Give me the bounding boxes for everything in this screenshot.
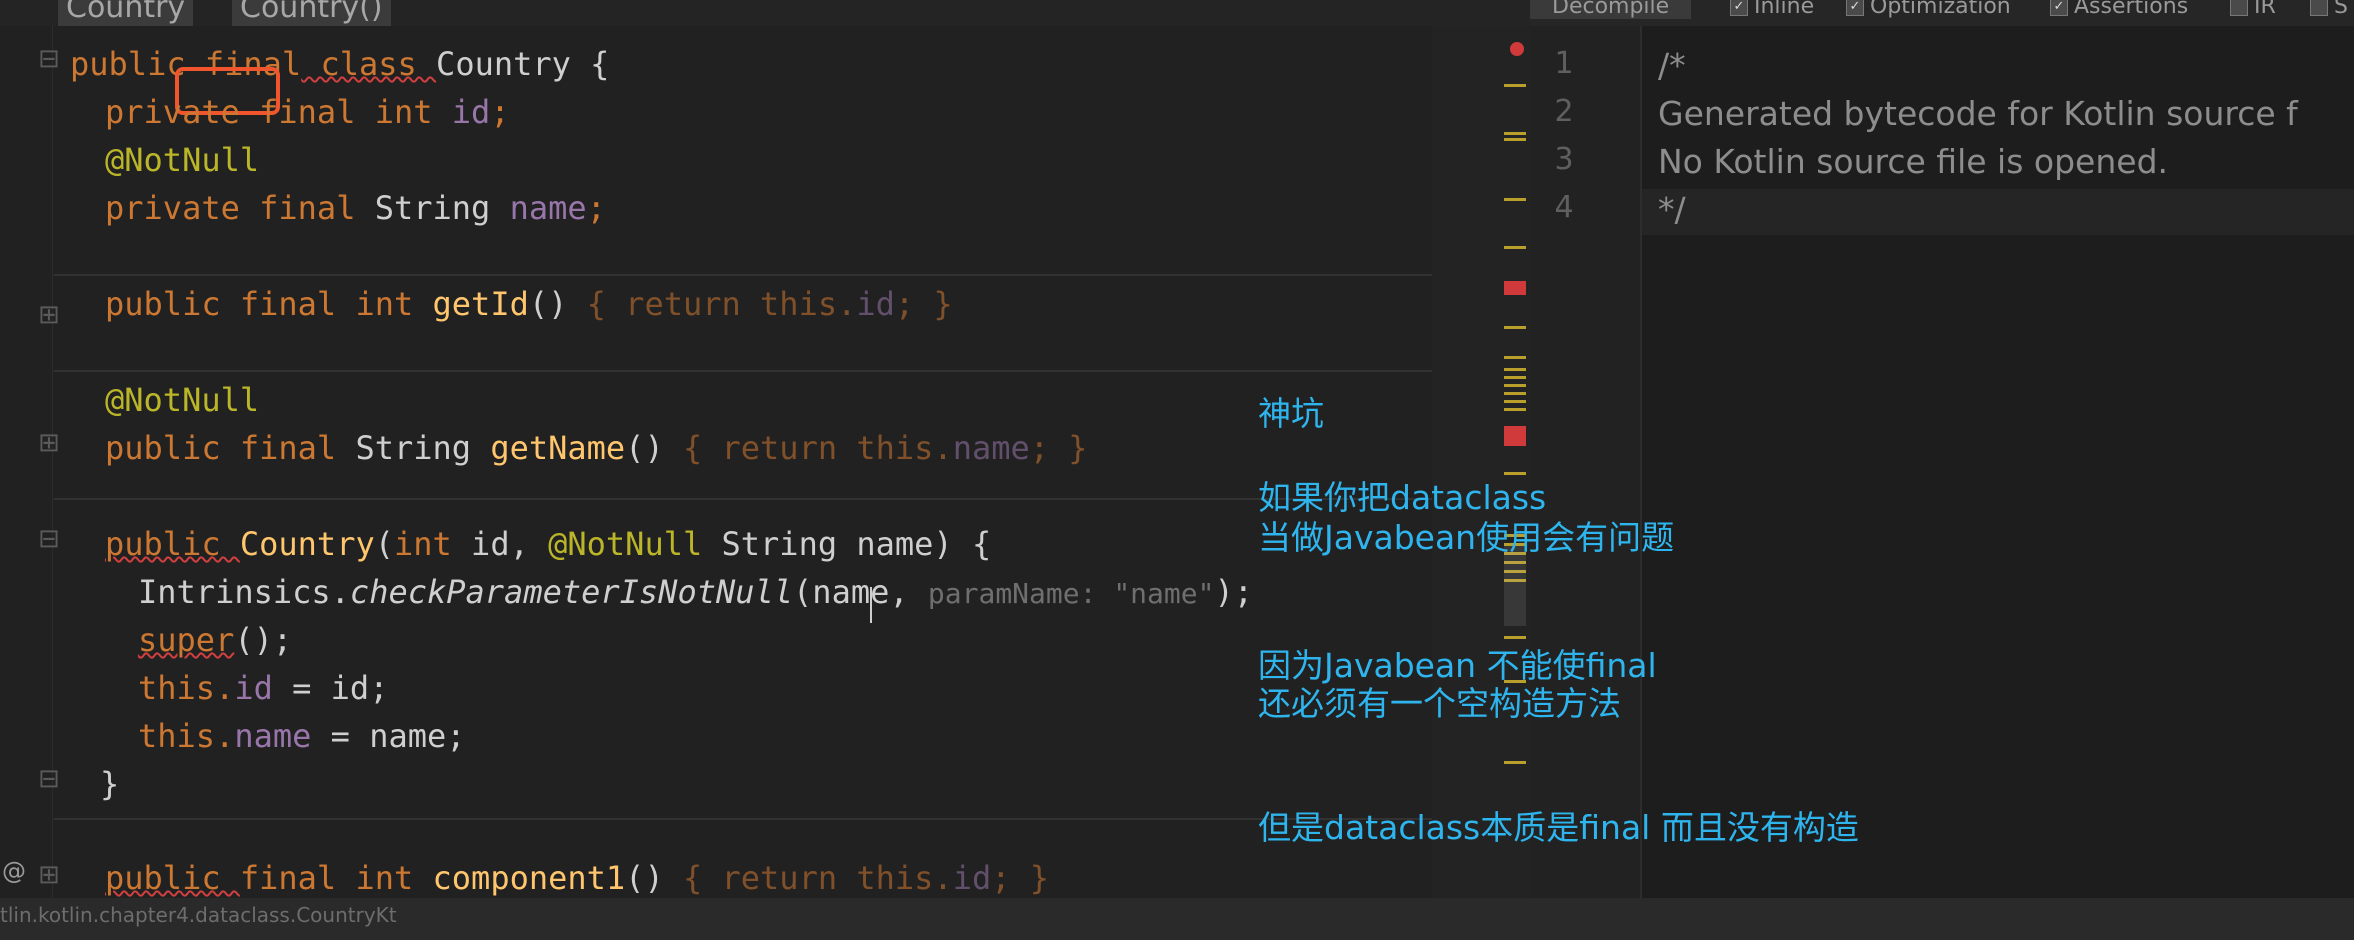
method-separator [54,370,1432,372]
code-line-closing-brace: } [100,765,120,803]
method-separator [54,498,1432,500]
text-caret [870,587,872,623]
s-checkbox[interactable]: S [2310,0,2348,19]
inline-checkbox[interactable]: ✓ Inline [1730,0,1814,19]
stripe-error-mark[interactable] [1504,426,1526,446]
annotation-note: 还必须有一个空构造方法 [1258,684,1621,723]
implementation-marker-icon[interactable]: @ [2,858,26,884]
code-line-component1: public final int component1() { return t… [105,859,1050,897]
stripe-mark[interactable] [1504,636,1526,639]
decompile-button[interactable]: Decompile [1530,0,1692,19]
checkbox-unchecked-icon [2310,0,2328,16]
kotlin-bytecode-panel: Decompile ✓ Inline ✓ Optimization ✓ Asserti… [1530,0,2354,898]
stripe-mark[interactable] [1504,326,1526,329]
tab-country[interactable]: Country [58,0,194,28]
status-class-path[interactable]: tlin.kotlin.chapter4.dataclass.CountryKt [0,898,397,932]
line-number: 4 [1554,190,1574,225]
method-separator [54,274,1432,276]
checkbox-checked-icon: ✓ [1730,0,1748,16]
stripe-mark[interactable] [1504,198,1526,201]
fold-icon[interactable]: ⊟ [38,46,60,72]
code-editor[interactable]: ⊟ ⊞ ⊞ ⊟ ⊟ ⊞ @ public final class Country… [0,26,1432,898]
optimization-checkbox[interactable]: ✓ Optimization [1846,0,2011,19]
assertions-checkbox[interactable]: ✓ Assertions [2050,0,2188,19]
stripe-mark[interactable] [1504,138,1526,141]
code-line-id-field: private final int id; [105,93,510,131]
code-line-name-field: private final String name; [105,189,606,227]
status-bar: tlin.kotlin.chapter4.dataclass.CountryKt [0,898,2354,940]
checkbox-checked-icon: ✓ [1846,0,1864,16]
stripe-viewport-thumb[interactable] [1504,546,1526,626]
line-number: 2 [1554,94,1574,129]
error-indicator-icon[interactable] [1510,42,1524,56]
annotation-note: 当做Javabean使用会有问题 [1258,518,1675,557]
code-line-getid: public final int getId() { return this.i… [105,285,953,323]
stripe-error-mark[interactable] [1504,281,1526,295]
fold-icon[interactable]: ⊞ [38,430,60,456]
stripe-mark[interactable] [1504,132,1526,135]
checkbox-unchecked-icon [2230,0,2248,16]
bytecode-comment-line: /* [1658,46,1686,85]
stripe-mark[interactable] [1504,84,1526,87]
code-line-annotation: @NotNull [105,381,260,419]
code-line-super: super(); [138,621,293,659]
fold-icon[interactable]: ⊞ [38,302,60,328]
method-separator [54,818,1432,820]
stripe-mark-group[interactable] [1504,368,1526,416]
stripe-mark[interactable] [1504,356,1526,359]
fold-icon[interactable]: ⊟ [38,526,60,552]
bytecode-comment-line: Generated bytecode for Kotlin source f [1658,94,2298,133]
annotation-note: 但是dataclass本质是final 而且没有构造 [1258,808,1859,847]
ir-checkbox[interactable]: IR [2230,0,2276,19]
code-line-null-check: Intrinsics.checkParameterIsNotNull(name,… [138,573,1254,611]
tab-country-constructor[interactable]: Country() [232,0,391,28]
code-line-annotation: @NotNull [105,141,260,179]
error-stripe[interactable] [1432,26,1530,898]
code-line-assign-name: this.name = name; [138,717,466,755]
code-line-assign-id: this.id = id; [138,669,389,707]
code-line-class-declaration: public final class Country { [70,45,610,83]
stripe-mark[interactable] [1504,472,1526,475]
editor-tab-bar: Country Country() [0,0,1530,28]
fold-icon[interactable]: ⊞ [38,862,60,888]
annotation-note: 如果你把dataclass [1258,478,1547,517]
checkbox-checked-icon: ✓ [2050,0,2068,16]
stripe-mark[interactable] [1504,761,1526,764]
parameter-hint: paramName: [927,577,1114,610]
line-number: 3 [1554,142,1574,177]
code-line-getname: public final String getName() { return t… [105,429,1088,467]
code-line-constructor: public Country(int id, @NotNull String n… [105,525,992,563]
bytecode-toolbar: Decompile ✓ Inline ✓ Optimization ✓ Asserti… [1530,0,2354,26]
stripe-mark[interactable] [1504,246,1526,249]
bytecode-comment-line: No Kotlin source file is opened. [1658,142,2169,181]
annotation-note: 因为Javabean 不能使final [1258,646,1657,685]
line-number: 1 [1554,46,1574,81]
bytecode-comment-line: */ [1658,190,1686,229]
fold-icon[interactable]: ⊟ [38,766,60,792]
bytecode-current-line [1642,189,2354,235]
annotation-note: 神坑 [1258,394,1324,433]
